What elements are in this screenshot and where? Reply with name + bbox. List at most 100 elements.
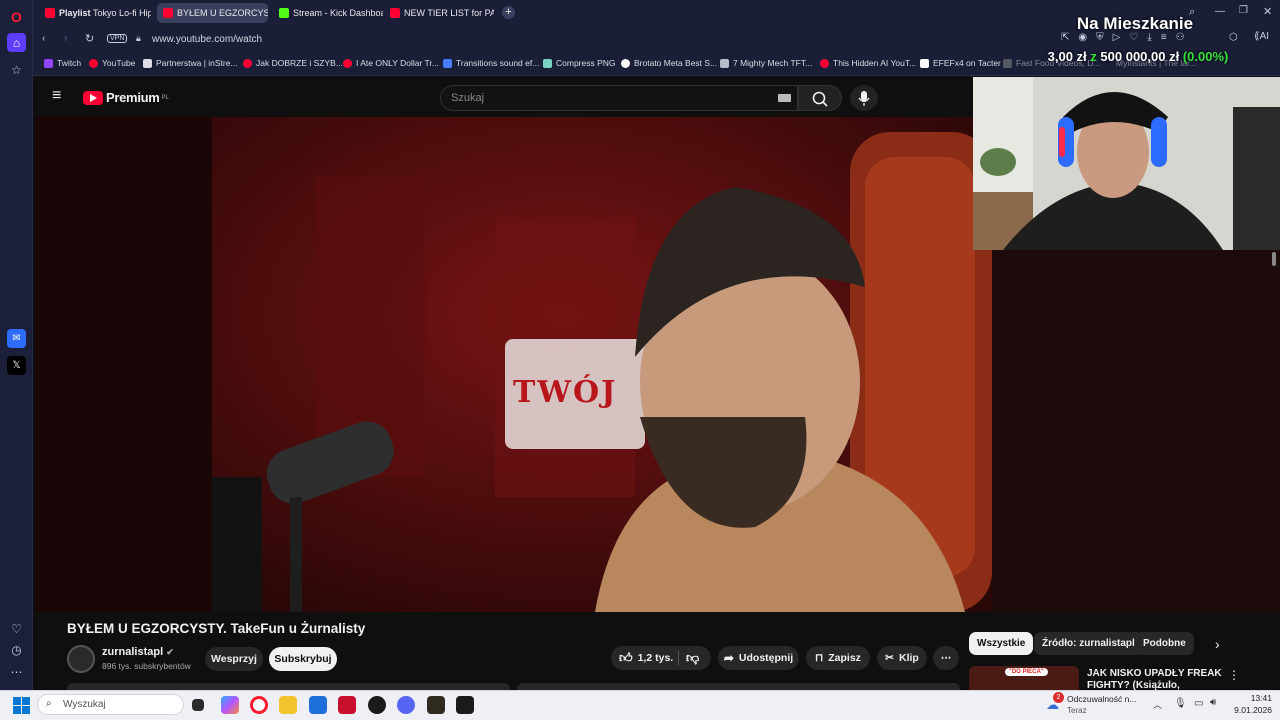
download-icon[interactable]: ⤓ (1147, 32, 1151, 46)
network-icon[interactable]: ▭ (1194, 698, 1203, 709)
opera-logo-icon[interactable]: O (7, 7, 26, 26)
tab-tier-list[interactable]: NEW TIER LIST for PATCH (384, 3, 494, 23)
cube-icon[interactable]: ⬡ (1229, 32, 1238, 43)
close-icon[interactable]: ✕ (1263, 5, 1272, 18)
channel-name[interactable]: zurnalistapl ✔ (102, 646, 174, 658)
bookmark-brotato[interactable]: Brotato Meta Best S... (621, 58, 717, 68)
heart-icon[interactable]: ♡ (1129, 32, 1138, 46)
channel-avatar[interactable] (67, 645, 95, 673)
comments-box[interactable] (517, 683, 960, 690)
support-button[interactable]: Wesprzyj (205, 647, 263, 671)
recommended-thumbnail[interactable]: "DO PIECA" (969, 666, 1079, 690)
bookmark-partnerstwa[interactable]: Partnerstwa | inStre... (143, 58, 238, 68)
star-icon[interactable]: ☆ (7, 60, 26, 79)
mic-tray-icon[interactable]: 🎙︎ (1174, 698, 1187, 709)
tab-playlist[interactable]: Playlist Tokyo Lo-fi Hiph (39, 3, 151, 23)
tab-current-video[interactable]: BYŁEM U EGZORCYST (157, 3, 268, 23)
recommended-more-icon[interactable]: ⋮ (1228, 668, 1240, 682)
bookmark-youtube[interactable]: YouTube (89, 58, 135, 68)
more-actions-button[interactable]: ⋯ (933, 646, 959, 670)
taskbar-search-input[interactable]: Wyszukaj (37, 694, 184, 715)
more-horizontal-icon: ⋯ (940, 652, 952, 664)
share-label: Udostępnij (738, 652, 794, 664)
new-tab-button[interactable]: + (502, 6, 515, 19)
game-icon[interactable] (427, 696, 445, 714)
clock-time[interactable]: 13:41 (1232, 693, 1272, 703)
tab-label: Stream - Kick Dashboard (293, 8, 383, 18)
maximize-icon[interactable]: ❐ (1239, 5, 1248, 16)
bookmark-efefx4[interactable]: EFEFx4 on Tacter (920, 58, 1001, 68)
channel-name-text: zurnalistapl (102, 646, 164, 658)
subscribe-button[interactable]: Subskrybuj (269, 647, 337, 671)
play-icon[interactable]: ▷ (1113, 32, 1121, 46)
clip-button[interactable]: ✂ Klip (877, 646, 927, 670)
taskbar-search-icon: ⌕ (46, 698, 52, 709)
tab-label: NEW TIER LIST for PATCH (404, 8, 494, 18)
search-icon (812, 91, 828, 107)
description-box[interactable] (67, 683, 510, 690)
bookmark-dollar-tree[interactable]: I Ate ONLY Dollar Tr... (343, 58, 439, 68)
notification-title[interactable]: Odczuwalność n... (1067, 694, 1136, 704)
bookmark-mighty-mech[interactable]: 7 Mighty Mech TFT... (720, 58, 812, 68)
camera-icon[interactable]: ◉ (1078, 32, 1087, 46)
forward-icon[interactable]: › (64, 33, 67, 44)
heart-icon[interactable]: ♡ (7, 619, 26, 638)
dislike-button[interactable]: 👎︎ (686, 650, 699, 666)
volume-icon[interactable]: 🔊︎ (1210, 697, 1216, 708)
hamburger-menu-icon[interactable]: ≡ (52, 88, 61, 104)
bookmark-hidden-ai[interactable]: This Hidden AI YouT... (820, 58, 916, 68)
x-icon[interactable]: 𝕏 (7, 356, 26, 375)
menu-icon[interactable]: ≡ (1161, 32, 1167, 46)
share-icon[interactable]: ⇱ (1061, 32, 1069, 46)
more-icon[interactable]: ⋯ (7, 662, 26, 681)
discord-icon[interactable] (397, 696, 415, 714)
shield-icon[interactable]: ⛨ (1096, 32, 1104, 46)
tab-label: BYŁEM U EGZORCYST (177, 8, 268, 18)
recommended-title[interactable]: JAK NISKO UPADŁY FREAK FIGHTY? (Książulo… (1087, 668, 1222, 690)
voice-search-button[interactable] (850, 85, 878, 111)
profile-icon[interactable]: ⚇ (1176, 32, 1185, 46)
reload-icon[interactable]: ↻ (85, 32, 94, 45)
video-player[interactable]: TWÓJ (35, 117, 992, 612)
tray-chevron-icon[interactable]: ︿ (1153, 698, 1162, 711)
clock-date[interactable]: 9.01.2026 (1222, 705, 1272, 715)
url-field[interactable]: www.youtube.com/watch (152, 34, 262, 45)
windows-logo (13, 697, 30, 714)
back-icon[interactable]: ‹ (42, 33, 45, 44)
keyboard-icon[interactable] (778, 94, 791, 102)
youtube-logo[interactable]: Premium PL (83, 90, 169, 105)
scrollbar-thumb[interactable] (1272, 252, 1276, 266)
copilot-icon[interactable] (221, 696, 239, 714)
search-button[interactable] (798, 85, 842, 111)
windows-start-icon[interactable] (13, 697, 30, 719)
bookmark-compress-png[interactable]: Compress PNG (543, 58, 616, 68)
terminal-icon[interactable] (456, 696, 474, 714)
mech-icon (720, 58, 729, 68)
messenger-icon[interactable]: ✉ (7, 329, 26, 348)
like-button[interactable]: 👍︎ 1,2 tys. (619, 650, 673, 666)
chip-from-channel[interactable]: Źródło: zurnalistapl (1034, 632, 1143, 655)
store-icon[interactable] (309, 696, 327, 714)
aria-ai-button[interactable]: ⟪AI (1254, 31, 1269, 42)
vpn-badge[interactable]: VPN (107, 34, 128, 43)
bookmark-transitions[interactable]: Transitions sound ef... (443, 58, 539, 68)
save-button[interactable]: ⊓ Zapisz (806, 646, 870, 670)
opera-taskbar-icon[interactable] (250, 696, 268, 714)
obs-icon[interactable] (368, 696, 386, 714)
history-icon[interactable]: ◷ (7, 640, 26, 659)
chip-related[interactable]: Podobne (1135, 632, 1194, 655)
app-icon-red[interactable] (338, 696, 356, 714)
browser-sidebar: O ⌂ ☆ ✉ 𝕏 ♡ ◷ ⋯ (0, 0, 33, 690)
task-view-icon[interactable] (192, 699, 204, 711)
chips-next-icon[interactable]: › (1215, 636, 1220, 652)
share-button[interactable]: ➦ Udostępnij (718, 646, 799, 670)
tab-kick-dashboard[interactable]: Stream - Kick Dashboard (273, 3, 383, 23)
search-input[interactable]: Szukaj (440, 85, 798, 111)
home-icon[interactable]: ⌂ (7, 33, 26, 52)
kick-icon (279, 8, 289, 18)
youtube-icon (163, 8, 173, 18)
file-explorer-icon[interactable] (279, 696, 297, 714)
bookmark-jak-dobrze[interactable]: Jak DOBRZE i SZYB... (243, 58, 343, 68)
bookmark-twitch[interactable]: Twitch (44, 58, 81, 68)
chip-all[interactable]: Wszystkie (969, 632, 1034, 655)
